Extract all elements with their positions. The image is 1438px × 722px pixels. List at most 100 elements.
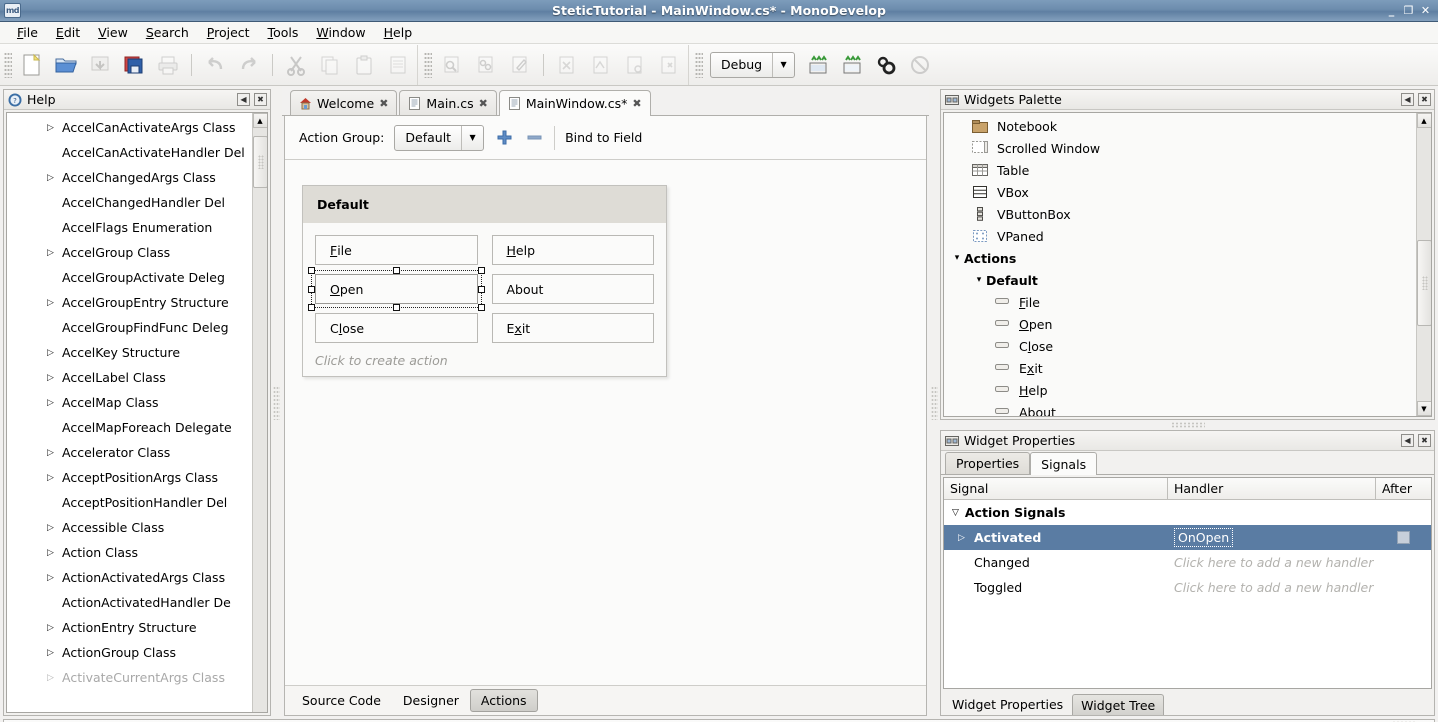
chevron-right-icon[interactable]: ▷ [47,298,60,308]
left-splitter[interactable] [271,86,282,719]
action-item-file[interactable]: File [315,235,478,265]
after-checkbox[interactable] [1397,531,1410,544]
help-tree-item[interactable]: AccelCanActivateHandler Del [7,140,252,165]
help-scrollbar[interactable]: ▲ [252,113,267,712]
left-splitter-grip[interactable] [273,385,280,420]
chevron-right-icon[interactable]: ▷ [47,523,60,533]
paste-icon[interactable] [347,49,381,81]
menu-file[interactable]: FFileile [8,23,47,42]
help-scroll-track[interactable] [252,128,267,712]
help-tree-item[interactable]: ▷ ActionActivatedArgs Class [7,565,252,590]
signals-group-row[interactable]: ▽ Action Signals [944,500,1431,525]
palette-scroll-track[interactable] [1416,128,1431,401]
chevron-right-icon[interactable]: ▷ [47,373,60,383]
palette-scrollbar[interactable]: ▲ ▼ [1416,113,1431,416]
menu-help[interactable]: Help [375,23,422,42]
resize-handle-sw[interactable] [308,304,315,311]
document-tab[interactable]: MainWindow.cs* ✖ [498,90,651,116]
chevron-down-icon[interactable]: ▼ [772,52,794,77]
action-item-open[interactable]: Open [308,267,485,311]
create-action-hint[interactable]: Click to create action [315,353,654,368]
properties-pad-close-button[interactable]: ✖ [1418,434,1431,447]
palette-category[interactable]: ▾ Actions [944,247,1416,269]
palette-item[interactable]: VButtonBox [944,203,1416,225]
chevron-right-icon[interactable]: ▷ [47,448,60,458]
palette-item[interactable]: Scrolled Window [944,137,1416,159]
action-item-help[interactable]: Help [491,235,654,265]
properties-pad-minimize-button[interactable]: ◀ [1401,434,1414,447]
right-splitter-grip[interactable] [931,385,938,420]
help-tree-item[interactable]: ActionActivatedHandler De [7,590,252,615]
help-tree-item[interactable]: ▷ Action Class [7,540,252,565]
chevron-down-icon[interactable]: ▾ [950,253,964,263]
help-tree-item[interactable]: ▷ ActionEntry Structure [7,615,252,640]
chevron-right-icon[interactable]: ▷ [47,473,60,483]
palette-item[interactable]: VPaned [944,225,1416,247]
palette-item[interactable]: Table [944,159,1416,181]
delete-icon[interactable] [381,49,415,81]
add-action-group-button[interactable] [494,128,514,148]
build-project-icon[interactable] [584,49,618,81]
chevron-right-icon[interactable]: ▷ [47,123,60,133]
scroll-up-arrow[interactable]: ▲ [1416,113,1431,128]
close-icon[interactable]: ✖ [479,97,488,110]
chevron-right-icon[interactable]: ▷ [47,348,60,358]
chevron-down-icon[interactable]: ▼ [461,125,483,150]
palette-pad-minimize-button[interactable]: ◀ [1401,93,1414,106]
close-icon[interactable]: ✖ [632,97,641,110]
palette-pad-close-button[interactable]: ✖ [1418,93,1431,106]
help-tree-item[interactable]: ▷ ActionGroup Class [7,640,252,665]
menu-search[interactable]: Search [137,23,198,42]
toolbar-grip[interactable] [4,51,12,78]
right-splitter[interactable] [929,86,940,719]
menu-project[interactable]: Project [198,23,259,42]
signal-row[interactable]: Changed Click here to add a new handler [944,550,1431,575]
designer-view-tab[interactable]: Actions [469,689,538,712]
signal-row[interactable]: Toggled Click here to add a new handler [944,575,1431,600]
help-tree-item[interactable]: ▷ AccelGroup Class [7,240,252,265]
help-tree-item[interactable]: ▷ AccelGroupEntry Structure [7,290,252,315]
document-tab[interactable]: Main.cs ✖ [399,90,497,115]
chevron-right-icon[interactable]: ▷ [47,398,60,408]
copy-icon[interactable] [313,49,347,81]
save-icon[interactable] [83,49,117,81]
chevron-down-icon[interactable]: ▾ [972,275,986,285]
resize-handle-w[interactable] [308,286,315,293]
help-tree-item[interactable]: AccelMapForeach Delegate [7,415,252,440]
designer-view-tab[interactable]: Source Code [291,689,392,712]
palette-item[interactable]: VBox [944,181,1416,203]
palette-item[interactable]: Exit [944,357,1416,379]
save-all-icon[interactable] [117,49,151,81]
print-icon[interactable] [151,49,185,81]
help-tree[interactable]: ▷ AccelCanActivateArgs Class AccelCanActiv… [7,113,252,712]
remove-action-group-button[interactable] [524,128,544,148]
action-item-about[interactable]: About [491,274,654,304]
action-group-select[interactable]: Default ▼ [394,124,485,151]
action-item-close[interactable]: Cl ose [315,313,478,343]
help-tree-item[interactable]: AccelGroupActivate Deleg [7,265,252,290]
chevron-right-icon[interactable]: ▷ [47,648,60,658]
help-pad-close-button[interactable]: ✖ [254,93,267,106]
signal-after-cell[interactable] [1376,531,1431,544]
help-tree-item[interactable]: ▷ AccelMap Class [7,390,252,415]
help-tree-item[interactable]: ▷ AccelKey Structure [7,340,252,365]
help-pad-minimize-button[interactable]: ◀ [237,93,250,106]
action-item-exit[interactable]: Ex it [491,313,654,343]
scroll-down-arrow[interactable]: ▼ [1416,401,1431,416]
resize-handle-e[interactable] [477,286,485,293]
help-tree-item[interactable]: AcceptPositionHandler Del [7,490,252,515]
chevron-right-icon[interactable]: ▷ [958,533,974,543]
help-tree-item[interactable]: AccelChangedHandler Del [7,190,252,215]
open-folder-icon[interactable] [49,49,83,81]
menu-window[interactable]: Window [307,23,374,42]
help-tree-item[interactable]: ▷ AccelLabel Class [7,365,252,390]
redo-icon[interactable] [232,49,266,81]
properties-tab[interactable]: Properties [945,452,1031,474]
cut-icon[interactable] [279,49,313,81]
properties-tab[interactable]: Signals [1030,452,1098,475]
undo-icon[interactable] [198,49,232,81]
run-debug-icon[interactable] [835,49,869,81]
chevron-right-icon[interactable]: ▷ [47,173,60,183]
find-in-files-icon[interactable] [469,49,503,81]
chevron-right-icon[interactable]: ▷ [47,673,60,683]
